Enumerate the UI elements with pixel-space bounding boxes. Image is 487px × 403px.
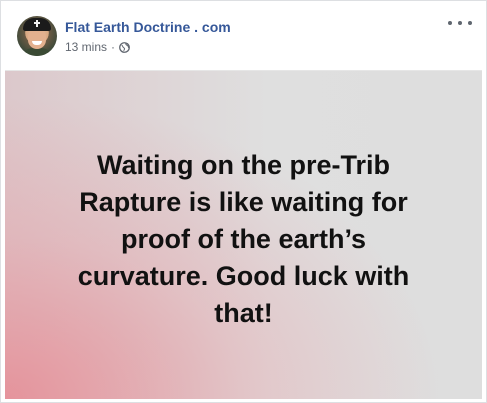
quote-line: proof of the earth’s bbox=[120, 224, 366, 254]
post-header: Flat Earth Doctrine . com 13 mins · bbox=[1, 1, 486, 69]
cross-icon bbox=[34, 20, 40, 27]
page-avatar[interactable] bbox=[17, 16, 57, 56]
page-name-link[interactable]: Flat Earth Doctrine . com bbox=[65, 18, 231, 36]
globe-icon[interactable] bbox=[119, 41, 130, 53]
quote-line: that! bbox=[214, 298, 273, 328]
quote-line: Waiting on the pre-Trib bbox=[97, 150, 390, 180]
quote-text: Waiting on the pre-Trib Rapture is like … bbox=[25, 147, 462, 332]
quote-line: curvature. Good luck with bbox=[77, 261, 410, 291]
post-image[interactable]: Waiting on the pre-Trib Rapture is like … bbox=[5, 70, 482, 399]
quote-line: Rapture is like waiting for bbox=[79, 187, 408, 217]
avatar-shirt bbox=[21, 48, 53, 56]
post-card: Flat Earth Doctrine . com 13 mins · Wait… bbox=[0, 0, 487, 403]
avatar-face bbox=[28, 29, 46, 49]
meta-separator: · bbox=[111, 40, 116, 54]
more-options-icon[interactable] bbox=[448, 15, 472, 31]
post-timestamp[interactable]: 13 mins bbox=[65, 40, 107, 54]
post-meta: 13 mins · bbox=[65, 39, 130, 55]
